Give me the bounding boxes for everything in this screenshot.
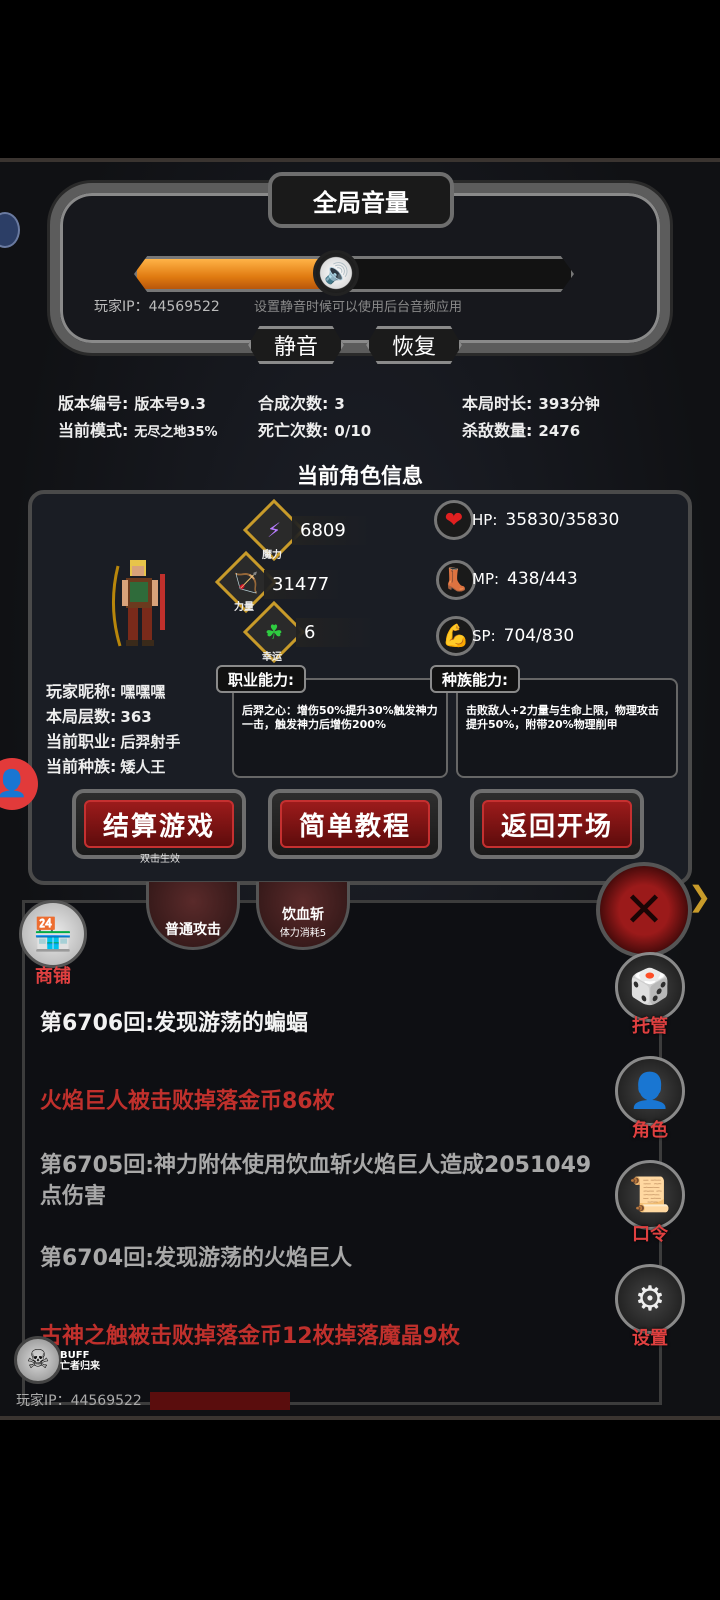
log-line-2: 火焰巨人被击败掉落金币86枚 (40, 1089, 335, 1114)
hero-sprite (112, 560, 165, 647)
stat-mode: 当前模式: 无尽之地35% (58, 417, 218, 441)
buff-label: BUFF 亡者归来 (60, 1350, 100, 1372)
stat-duration-key: 本局时长: (462, 394, 533, 413)
tutorial-label: 简单教程 (280, 800, 430, 848)
race-ability-title: 种族能力: (430, 665, 520, 693)
log-line-4: 第6704回:发现游荡的火焰巨人 (40, 1246, 353, 1271)
luck-caption: 幸运 (262, 652, 282, 663)
speaker-icon: 🔊 (323, 261, 349, 285)
code-label: 口令 (632, 1224, 668, 1245)
progress-bar (150, 1392, 290, 1410)
stat-kills-value: 2476 (538, 422, 581, 440)
log-line-1: 第6706回:发现游荡的蝙蝠 (40, 1011, 309, 1036)
volume-panel-player-ip: 玩家IP：44569522 (94, 299, 220, 315)
sp-label: SP: (472, 627, 496, 645)
volume-panel-hint: 设置静音时候可以使用后台音频应用 (254, 300, 463, 315)
volume-panel-title: 全局音量 (268, 172, 454, 228)
player-race: 当前种族: 矮人王 (46, 753, 165, 777)
job-ability-text: 后羿之心：增伤50%提升30%触发神力一击，触发神力后增伤200% (242, 704, 438, 731)
close-icon: ✕ (623, 882, 665, 938)
job-ability-title: 职业能力: (216, 665, 306, 693)
stat-version: 版本编号: 版本号9.3 (58, 390, 206, 414)
sp-value: 704/830 (503, 626, 575, 646)
magic-value: 6809 (292, 516, 372, 545)
auto-battle-button[interactable]: 🎲 托管 (614, 952, 686, 1038)
muscle-icon: 💪 (436, 616, 476, 656)
log-line-3: 第6705回:神力附体使用饮血斩火焰巨人造成2051049点伤害 (40, 1153, 592, 1209)
character-section-title: 当前角色信息 (297, 464, 423, 488)
stat-kills-key: 杀敌数量: (462, 421, 533, 440)
chevron-right-icon[interactable]: ❯ (688, 880, 711, 913)
normal-attack-label: 普通攻击 (165, 922, 221, 938)
close-button[interactable]: ✕ (596, 862, 692, 958)
race-ability-text: 击败敌人+2力量与生命上限，物理攻击提升50%，附带20%物理削甲 (466, 704, 659, 731)
code-button[interactable]: 📜 口令 (614, 1160, 686, 1246)
stat-synth: 合成次数: 3 (258, 390, 345, 414)
hp-label: HP: (472, 511, 498, 529)
stat-death-key: 死亡次数: (258, 421, 329, 440)
player-nickname: 玩家昵称: 嘿嘿嘿 (46, 678, 165, 702)
stat-death-value: 0/10 (334, 422, 372, 440)
nickname-key: 玩家昵称: (46, 682, 117, 701)
stat-death: 死亡次数: 0/10 (258, 417, 371, 441)
stat-synth-key: 合成次数: (258, 394, 329, 413)
mp-stat: MP: 438/443 (472, 569, 578, 589)
stat-duration: 本局时长: 393分钟 (462, 390, 600, 414)
role-button[interactable]: 👤 角色 (614, 1056, 686, 1142)
mp-value: 438/443 (507, 569, 578, 589)
log-line-5: 古神之触被击败掉落金币12枚掉落魔晶9枚 (40, 1324, 460, 1349)
blood-slash-label: 饮血斩 (282, 907, 324, 923)
job-ability-box: 后羿之心：增伤50%提升30%触发神力一击，触发神力后增伤200% (232, 678, 448, 778)
volume-slider-fill (137, 259, 337, 289)
job-key: 当前职业: (46, 732, 117, 751)
floor-key: 本局层数: (46, 707, 117, 726)
luck-value: 6 (296, 618, 376, 647)
strength-value: 31477 (264, 570, 344, 599)
stat-version-key: 版本编号: (58, 394, 129, 413)
shop-button[interactable]: 🏪 商铺 (18, 900, 88, 988)
mana-boot-icon: 👢 (436, 560, 476, 600)
settle-game-label: 结算游戏 (84, 800, 234, 848)
stat-mode-key: 当前模式: (58, 421, 129, 440)
auto-battle-label: 托管 (632, 1016, 668, 1037)
stat-mode-value: 无尽之地35% (134, 425, 218, 440)
settle-game-hint: 双击生效 (140, 854, 180, 865)
player-floor: 本局层数: 363 (46, 703, 152, 727)
footer-player-ip: 玩家IP：44569522 (16, 1393, 142, 1409)
role-label: 角色 (632, 1120, 668, 1141)
strength-caption: 力量 (234, 602, 254, 613)
player-job: 当前职业: 后羿射手 (46, 728, 180, 752)
mute-button[interactable]: 静音 (248, 326, 344, 364)
buff-title: BUFF (60, 1350, 90, 1361)
sp-stat: SP: 704/830 (472, 626, 574, 646)
skull-icon[interactable]: ☠ (14, 1336, 62, 1384)
stat-kills: 杀敌数量: 2476 (462, 417, 580, 441)
return-start-label: 返回开场 (482, 800, 632, 848)
blood-slash-cost: 体力消耗5 (279, 928, 327, 939)
shop-icon: 🏪 (19, 900, 87, 968)
buff-name: 亡者归来 (60, 1361, 100, 1372)
stat-synth-value: 3 (334, 395, 345, 413)
stat-version-value: 版本号9.3 (134, 395, 206, 413)
shop-label: 商铺 (35, 966, 71, 987)
mp-label: MP: (472, 570, 500, 588)
settle-game-button[interactable]: 结算游戏 (72, 789, 246, 859)
race-key: 当前种族: (46, 757, 117, 776)
stat-duration-value: 393分钟 (538, 395, 600, 413)
hp-value: 35830/35830 (505, 510, 620, 530)
heart-icon: ❤ (434, 500, 474, 540)
job-value: 后羿射手 (120, 733, 181, 751)
nickname-value: 嘿嘿嘿 (120, 683, 166, 701)
race-value: 矮人王 (120, 758, 166, 776)
race-ability-box: 击败敌人+2力量与生命上限，物理攻击提升50%，附带20%物理削甲 (456, 678, 678, 778)
magic-caption: 魔力 (262, 550, 282, 561)
settings-label: 设置 (632, 1328, 668, 1349)
settings-button[interactable]: ⚙ 设置 (614, 1264, 686, 1350)
return-start-button[interactable]: 返回开场 (470, 789, 644, 859)
hp-stat: HP: 35830/35830 (472, 510, 619, 530)
floor-value: 363 (120, 708, 152, 726)
tutorial-button[interactable]: 简单教程 (268, 789, 442, 859)
restore-button[interactable]: 恢复 (366, 326, 462, 364)
